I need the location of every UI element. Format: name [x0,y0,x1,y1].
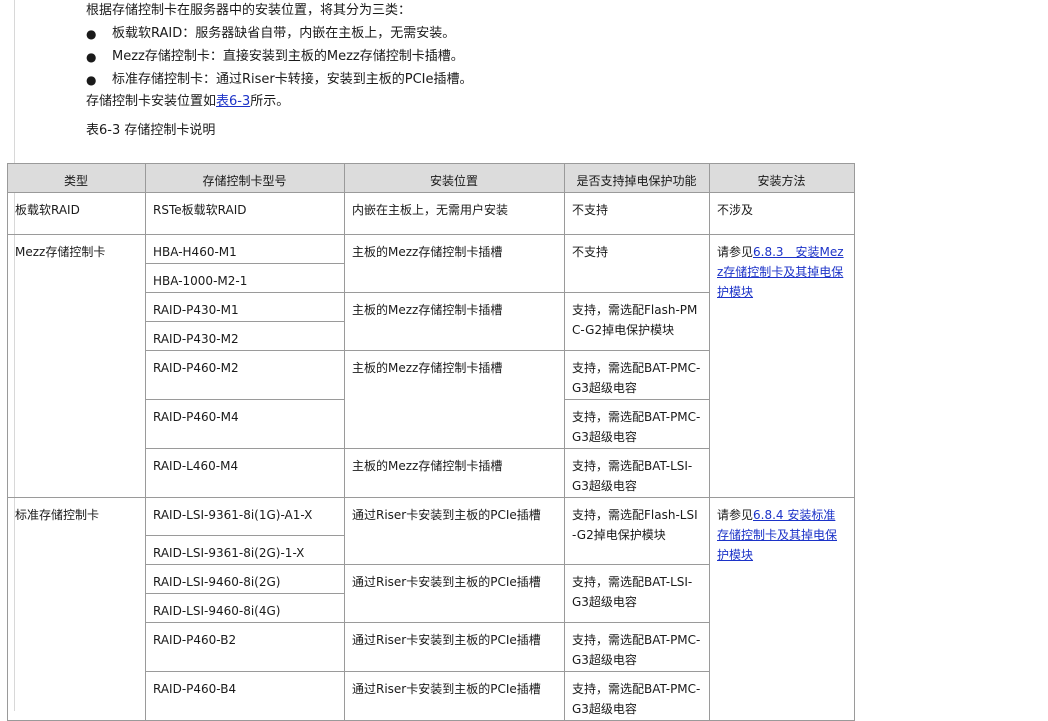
cell-protection: 支持，需选配BAT-LSI-G3超级电容 [564,448,710,498]
cell-protection: 支持，需选配BAT-PMC-G3超级电容 [564,671,710,721]
cell-method: 请参见6.8.4 安装标准存储控制卡及其掉电保护模块 [709,497,855,721]
method-prefix: 请参见 [717,508,754,522]
cell-location: 主板的Mezz存储控制卡插槽 [344,350,565,449]
table-row: Mezz存储控制卡 HBA-H460-M1 主板的Mezz存储控制卡插槽 不支持… [7,234,855,498]
cell-location: 主板的Mezz存储控制卡插槽 [344,292,565,351]
bullet-text: 板载软RAID：服务器缺省自带，内嵌在主板上，无需安装。 [112,26,456,41]
header-location: 安装位置 [344,163,565,193]
table-row: 标准存储控制卡 RAID-LSI-9361-8i(1G)-A1-X 通过Rise… [7,497,855,721]
cell-protection: 不支持 [564,234,710,293]
table-header-row: 类型 存储控制卡型号 安装位置 是否支持掉电保护功能 安装方法 [7,163,855,193]
table-reference-sentence: 存储控制卡安装位置如表6-3所示。 [86,92,289,112]
cell-protection: 支持，需选配Flash-PMC-G2掉电保护模块 [564,292,710,351]
cell-model: RAID-P460-M2 [145,350,345,400]
cell-model: RAID-P460-B4 [145,671,345,721]
table-6-3-link[interactable]: 表6-3 [216,94,250,109]
cell-model: RAID-P460-B2 [145,622,345,672]
cell-protection: 支持，需选配BAT-PMC-G3超级电容 [564,622,710,672]
cell-location: 通过Riser卡安装到主板的PCIe插槽 [344,622,565,672]
cell-method: 请参见6.8.3 安装Mezz存储控制卡及其掉电保护模块 [709,234,855,498]
cell-model: RAID-L460-M4 [145,448,345,498]
reference-suffix: 所示。 [250,94,290,109]
cell-model: HBA-H460-M1 [145,234,345,264]
cell-model: RAID-LSI-9460-8i(2G) [145,564,345,594]
bullet-text: 标准存储控制卡：通过Riser卡转接，安装到主板的PCIe插槽。 [112,72,473,87]
bullet-dot-icon: ● [86,27,97,41]
method-prefix: 请参见 [717,245,754,259]
cell-model: RAID-P430-M2 [145,321,345,351]
intro-paragraph: 根据存储控制卡在服务器中的安装位置，将其分为三类： [86,3,412,18]
header-model: 存储控制卡型号 [145,163,345,193]
cell-location: 通过Riser卡安装到主板的PCIe插槽 [344,564,565,623]
cell-model: RAID-P460-M4 [145,399,345,449]
cell-model: HBA-1000-M2-1 [145,263,345,293]
cell-protection: 支持，需选配Flash-LSI-G2掉电保护模块 [564,497,710,565]
cell-model: RAID-P430-M1 [145,292,345,322]
cell-type: 标准存储控制卡 [7,497,146,721]
header-type: 类型 [7,163,146,193]
cell-location: 内嵌在主板上，无需用户安装 [344,192,565,235]
cell-model: RAID-LSI-9460-8i(4G) [145,593,345,623]
cell-location: 主板的Mezz存储控制卡插槽 [344,234,565,293]
cell-protection: 支持，需选配BAT-LSI-G3超级电容 [564,564,710,623]
table-row: 板载软RAID RSTe板载软RAID 内嵌在主板上，无需用户安装 不支持 不涉… [7,192,855,235]
cell-model: RSTe板载软RAID [145,192,345,235]
cell-protection: 不支持 [564,192,710,235]
bullet-dot-icon: ● [86,50,97,64]
cell-type: 板载软RAID [7,192,146,235]
reference-prefix: 存储控制卡安装位置如 [86,94,217,109]
cell-method: 不涉及 [709,192,855,235]
bullet-dot-icon: ● [86,73,97,87]
cell-model: RAID-LSI-9361-8i(1G)-A1-X [145,497,345,536]
cell-protection: 支持，需选配BAT-PMC-G3超级电容 [564,350,710,400]
cell-type: Mezz存储控制卡 [7,234,146,498]
cell-model: RAID-LSI-9361-8i(2G)-1-X [145,535,345,565]
storage-controller-table: 类型 存储控制卡型号 安装位置 是否支持掉电保护功能 安装方法 板载软RAID … [7,163,855,721]
cell-location: 主板的Mezz存储控制卡插槽 [344,448,565,498]
cell-location: 通过Riser卡安装到主板的PCIe插槽 [344,497,565,565]
header-power-protection: 是否支持掉电保护功能 [564,163,710,193]
cell-location: 通过Riser卡安装到主板的PCIe插槽 [344,671,565,721]
header-install-method: 安装方法 [709,163,855,193]
bullet-text: Mezz存储控制卡：直接安装到主板的Mezz存储控制卡插槽。 [112,49,464,64]
cell-protection: 支持，需选配BAT-PMC-G3超级电容 [564,399,710,449]
table-caption: 表6-3 存储控制卡说明 [86,123,216,138]
